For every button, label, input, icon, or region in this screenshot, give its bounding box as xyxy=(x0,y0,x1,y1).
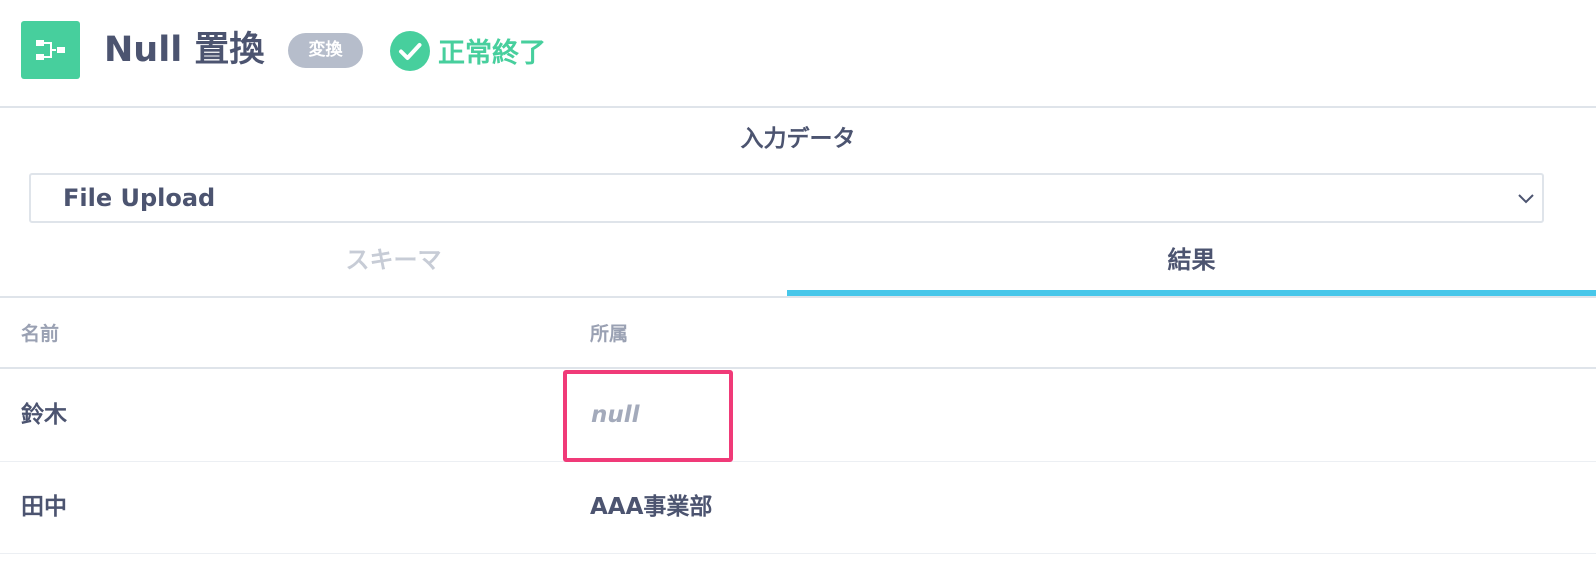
select-value: File Upload xyxy=(63,184,216,212)
check-circle-icon xyxy=(390,30,430,71)
type-badge: 変換 xyxy=(288,33,363,68)
status-indicator: 正常終了 xyxy=(390,30,546,71)
cell-affiliation: AAA事業部 xyxy=(590,494,713,520)
column-header-name: 名前 xyxy=(21,323,60,345)
input-data-select[interactable]: File Upload xyxy=(29,173,1544,223)
input-data-title: 入力データ xyxy=(740,126,856,152)
tab-schema-label: スキーマ xyxy=(345,246,442,274)
cell-name: 田中 xyxy=(21,494,67,520)
table-header: 名前 所属 xyxy=(0,300,1596,369)
null-highlight-box xyxy=(563,370,733,462)
flow-node-icon xyxy=(21,21,80,79)
active-tab-indicator xyxy=(787,290,1596,296)
chevron-down-icon xyxy=(1518,194,1534,204)
column-header-affiliation: 所属 xyxy=(590,323,629,345)
table-row: 田中 AAA事業部 xyxy=(0,462,1596,554)
cell-name: 鈴木 xyxy=(21,402,67,428)
status-label: 正常終了 xyxy=(438,38,546,69)
tab-schema[interactable]: スキーマ xyxy=(0,236,787,296)
tab-result-label: 結果 xyxy=(1167,246,1216,274)
tab-result[interactable]: 結果 xyxy=(787,236,1596,296)
page-header: Null 置換 変換 正常終了 xyxy=(0,0,1596,108)
tab-bar: スキーマ 結果 xyxy=(0,236,1596,298)
table-row: 鈴木 null xyxy=(0,370,1596,462)
page-title: Null 置換 xyxy=(104,30,265,70)
